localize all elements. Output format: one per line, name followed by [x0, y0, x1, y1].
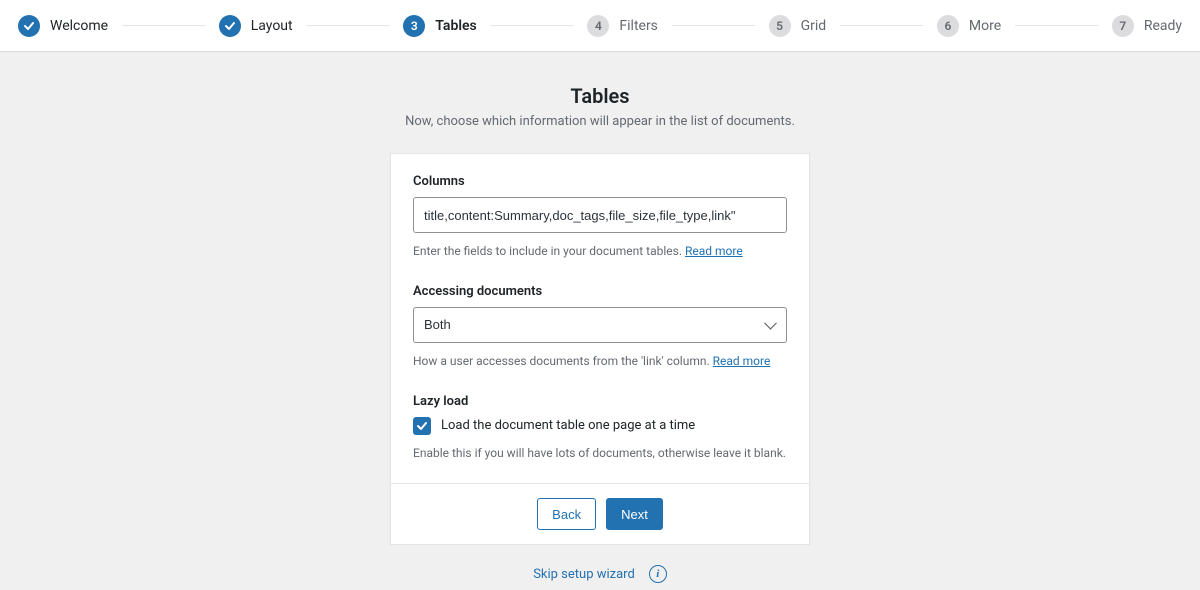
- checkmark-icon: [219, 15, 241, 37]
- step-connector: [122, 25, 205, 26]
- skip-row: Skip setup wizard i: [0, 565, 1200, 583]
- step-connector: [307, 25, 390, 26]
- step-label: Ready: [1144, 18, 1182, 34]
- accessing-group: Accessing documents Both How a user acce…: [413, 284, 787, 370]
- step-tables[interactable]: 3 Tables: [403, 15, 476, 37]
- skip-wizard-link[interactable]: Skip setup wizard: [533, 567, 635, 582]
- wizard-stepper: Welcome Layout 3 Tables 4 Filters 5 Grid…: [0, 0, 1200, 52]
- lazy-checkbox-row[interactable]: Load the document table one page at a ti…: [413, 417, 787, 435]
- step-ready[interactable]: 7 Ready: [1112, 15, 1182, 37]
- back-button[interactable]: Back: [537, 498, 596, 530]
- step-number: 5: [769, 15, 791, 37]
- step-layout[interactable]: Layout: [219, 15, 293, 37]
- card-footer: Back Next: [391, 483, 809, 544]
- columns-group: Columns Enter the fields to include in y…: [413, 174, 787, 260]
- columns-read-more-link[interactable]: Read more: [685, 244, 743, 258]
- accessing-help: How a user accesses documents from the '…: [413, 353, 787, 370]
- step-label: Filters: [619, 18, 658, 34]
- accessing-select[interactable]: Both: [413, 307, 787, 343]
- columns-input[interactable]: [413, 197, 787, 233]
- lazy-checkbox[interactable]: [413, 417, 431, 435]
- accessing-read-more-link[interactable]: Read more: [713, 354, 771, 368]
- accessing-select-wrap: Both: [413, 307, 787, 343]
- step-label: Layout: [251, 18, 293, 34]
- lazy-help: Enable this if you will have lots of doc…: [413, 445, 787, 462]
- step-label: Welcome: [50, 18, 108, 34]
- step-number: 6: [937, 15, 959, 37]
- step-label: Grid: [801, 18, 827, 34]
- step-connector: [1015, 25, 1098, 26]
- step-grid[interactable]: 5 Grid: [769, 15, 827, 37]
- accessing-label: Accessing documents: [413, 284, 787, 299]
- step-connector: [672, 25, 755, 26]
- step-number: 3: [403, 15, 425, 37]
- lazy-checkbox-label: Load the document table one page at a ti…: [441, 418, 695, 433]
- settings-card: Columns Enter the fields to include in y…: [390, 153, 810, 545]
- columns-help: Enter the fields to include in your docu…: [413, 243, 787, 260]
- checkmark-icon: [18, 15, 40, 37]
- lazy-load-group: Lazy load Load the document table one pa…: [413, 394, 787, 462]
- step-connector: [491, 25, 574, 26]
- columns-label: Columns: [413, 174, 787, 189]
- step-label: Tables: [435, 18, 476, 34]
- step-welcome[interactable]: Welcome: [18, 15, 108, 37]
- page-heading: Tables Now, choose which information wil…: [0, 52, 1200, 583]
- page-title: Tables: [0, 84, 1200, 108]
- checkmark-icon: [416, 420, 428, 432]
- step-filters[interactable]: 4 Filters: [587, 15, 658, 37]
- step-number: 4: [587, 15, 609, 37]
- step-label: More: [969, 18, 1001, 34]
- step-more[interactable]: 6 More: [937, 15, 1001, 37]
- page-subtitle: Now, choose which information will appea…: [0, 114, 1200, 129]
- info-icon[interactable]: i: [649, 565, 667, 583]
- lazy-label: Lazy load: [413, 394, 787, 409]
- next-button[interactable]: Next: [606, 498, 663, 530]
- step-number: 7: [1112, 15, 1134, 37]
- step-connector: [840, 25, 923, 26]
